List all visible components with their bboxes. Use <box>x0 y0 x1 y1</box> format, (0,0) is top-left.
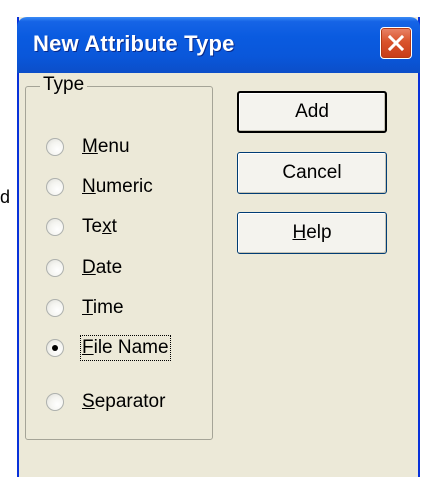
radio-date-label: Date <box>82 257 123 278</box>
add-button[interactable]: Add <box>237 91 387 133</box>
cancel-button[interactable]: Cancel <box>237 152 387 194</box>
radio-button-icon <box>46 178 64 196</box>
window-title: New Attribute Type <box>33 31 235 56</box>
radio-button-icon <box>46 259 64 277</box>
radio-file-name-label: File Name <box>80 335 171 361</box>
radio-button-icon <box>46 299 64 317</box>
radio-button-icon <box>46 393 64 411</box>
title-bar: New Attribute Type <box>17 17 420 73</box>
radio-button-icon <box>46 339 64 357</box>
background-text-fragment: d <box>0 187 11 207</box>
close-button[interactable] <box>380 27 412 59</box>
radio-text-label: Text <box>82 216 117 237</box>
type-group-label: Type <box>40 74 88 96</box>
radio-selected-dot <box>52 345 58 351</box>
radio-menu-label: Menu <box>82 136 130 157</box>
help-button[interactable]: Help <box>237 212 387 254</box>
radio-separator-label: Separator <box>82 391 166 412</box>
radio-time-label: Time <box>82 297 124 318</box>
radio-button-icon <box>46 218 64 236</box>
radio-numeric-label: Numeric <box>82 176 153 197</box>
radio-button-icon <box>46 138 64 156</box>
close-x-icon <box>387 34 405 52</box>
